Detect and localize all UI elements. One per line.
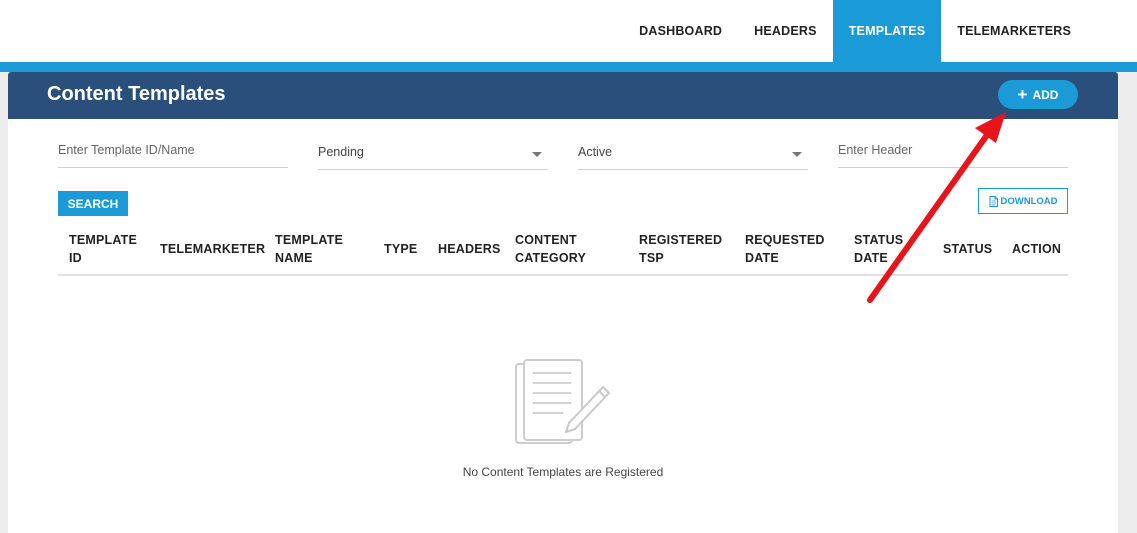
table-header: TEMPLATE ID TELEMARKETER TEMPLATE NAME TYP… xyxy=(58,224,1068,276)
content-templates-card: Content Templates + ADD Enter Template I… xyxy=(8,72,1118,533)
col-telemarketer[interactable]: TELEMARKETER xyxy=(160,224,265,274)
nav-templates[interactable]: TEMPLATES xyxy=(832,0,942,62)
col-template-id[interactable]: TEMPLATE ID xyxy=(69,224,137,274)
download-button-label: DOWNLOAD xyxy=(1000,195,1058,207)
header-input[interactable]: Enter Header xyxy=(838,143,1068,168)
nav-telemarketers[interactable]: TELEMARKETERS xyxy=(941,0,1087,62)
add-button-label: ADD xyxy=(1032,87,1059,102)
document-pencil-icon xyxy=(515,359,610,444)
main-nav: DASHBOARD HEADERS TEMPLATES TELEMARKETER… xyxy=(623,0,1087,62)
file-icon xyxy=(989,195,998,207)
col-action[interactable]: ACTION xyxy=(1012,224,1061,274)
col-type[interactable]: TYPE xyxy=(384,224,417,274)
chevron-down-icon xyxy=(792,152,802,157)
state-select-value: Active xyxy=(578,145,613,159)
state-select[interactable]: Active xyxy=(578,145,808,170)
header-placeholder: Enter Header xyxy=(838,143,913,157)
template-id-input[interactable]: Enter Template ID/Name xyxy=(58,143,288,168)
nav-dashboard[interactable]: DASHBOARD xyxy=(623,0,738,62)
page-title: Content Templates xyxy=(47,83,226,105)
col-requested-date[interactable]: REQUESTED DATE xyxy=(745,224,825,274)
status-select-value: Pending xyxy=(318,145,364,159)
empty-state-message: No Content Templates are Registered xyxy=(462,465,664,479)
col-registered-tsp[interactable]: REGISTERED TSP xyxy=(639,224,722,274)
col-content-category[interactable]: CONTENT CATEGORY xyxy=(515,224,586,274)
nav-headers[interactable]: HEADERS xyxy=(738,0,833,62)
col-status[interactable]: STATUS xyxy=(943,224,992,274)
chevron-down-icon xyxy=(532,152,542,157)
top-navbar: DASHBOARD HEADERS TEMPLATES TELEMARKETER… xyxy=(0,0,1137,62)
plus-icon: + xyxy=(1017,85,1028,104)
col-headers[interactable]: HEADERS xyxy=(438,224,501,274)
search-button[interactable]: SEARCH xyxy=(58,191,128,216)
template-id-placeholder: Enter Template ID/Name xyxy=(58,143,195,157)
col-template-name[interactable]: TEMPLATE NAME xyxy=(275,224,343,274)
status-select[interactable]: Pending xyxy=(318,145,548,170)
nav-accent-stripe xyxy=(0,62,1137,72)
add-button[interactable]: + ADD xyxy=(998,80,1078,109)
card-header: Content Templates + ADD xyxy=(8,72,1118,119)
col-status-date[interactable]: STATUS DATE xyxy=(854,224,903,274)
download-button[interactable]: DOWNLOAD xyxy=(978,188,1068,214)
